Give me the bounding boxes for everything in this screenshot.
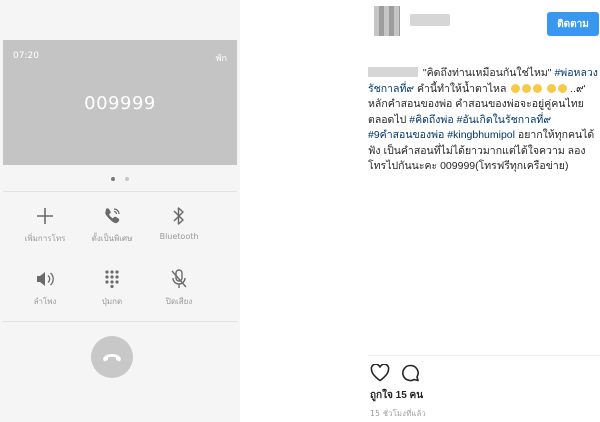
plus-icon bbox=[12, 205, 78, 227]
caption-username-blurred[interactable] bbox=[368, 67, 418, 77]
bluetooth-icon bbox=[146, 205, 212, 227]
hashtag[interactable]: #9คำสอนของพ่อ bbox=[368, 129, 444, 141]
mute-mic-icon bbox=[146, 268, 212, 290]
hashtag[interactable]: #อันเกิดในรัชกาลที่๙ bbox=[457, 114, 551, 126]
hashtag[interactable]: #kingbhumipol bbox=[447, 129, 515, 141]
speaker-label: ลำโพง bbox=[33, 297, 57, 306]
call-info-card: 07:20 พัก 009999 bbox=[3, 40, 237, 165]
caption-quote: "คิดถึงท่านเหมือนกันใช่ไหม" bbox=[422, 67, 552, 79]
page-dot bbox=[125, 177, 129, 181]
divider bbox=[368, 355, 600, 356]
end-call-icon bbox=[102, 348, 122, 367]
instagram-post-panel: ติดตาม "คิดถึงท่านเหมือนกันใช่ไหม" #พ่อห… bbox=[360, 0, 600, 422]
page-indicator bbox=[0, 177, 240, 181]
bluetooth-label: Bluetooth bbox=[159, 232, 199, 241]
post-actions bbox=[370, 363, 420, 386]
keypad-button[interactable]: ปุ่มกด bbox=[79, 268, 145, 308]
speaker-button[interactable]: ลำโพง bbox=[12, 268, 78, 308]
mute-button[interactable]: ปิดเสียง bbox=[146, 268, 212, 308]
page-dot-active bbox=[111, 177, 115, 181]
dialed-number: 009999 bbox=[84, 93, 156, 114]
end-call-button[interactable] bbox=[91, 336, 133, 378]
sad-emoji-icon bbox=[522, 83, 532, 93]
bluetooth-button[interactable]: Bluetooth bbox=[146, 205, 212, 241]
caption-text: คำนี้ทำให้น้ำตาไหล bbox=[414, 82, 507, 95]
call-status: พัก bbox=[215, 54, 227, 64]
crying-emoji-icon bbox=[547, 83, 557, 93]
phone-wave-icon bbox=[79, 205, 145, 227]
crying-emoji-icon bbox=[558, 83, 568, 93]
set-special-button[interactable]: ตั้งเป็นพิเศษ bbox=[79, 205, 145, 245]
add-call-button[interactable]: เพิ่มการโทร bbox=[12, 205, 78, 245]
like-count[interactable]: ถูกใจ 15 คน bbox=[370, 388, 423, 403]
divider bbox=[3, 321, 237, 322]
speaker-icon bbox=[12, 268, 78, 290]
heart-icon[interactable] bbox=[370, 363, 390, 386]
hashtag[interactable]: #คิดถึงพ่อ bbox=[409, 114, 453, 126]
username-blurred[interactable] bbox=[410, 14, 450, 26]
post-caption: "คิดถึงท่านเหมือนกันใช่ไหม" #พ่อหลวงรัชก… bbox=[368, 66, 598, 175]
mute-label: ปิดเสียง bbox=[165, 297, 193, 306]
keypad-label: ปุ่มกด bbox=[101, 297, 123, 306]
add-call-label: เพิ่มการโทร bbox=[24, 234, 66, 243]
set-special-label: ตั้งเป็นพิเศษ bbox=[91, 234, 133, 243]
comment-icon[interactable] bbox=[401, 364, 420, 386]
sad-emoji-icon bbox=[511, 83, 521, 93]
call-clock: 07:20 bbox=[13, 51, 39, 61]
sad-emoji-icon bbox=[533, 83, 543, 93]
follow-button[interactable]: ติดตาม bbox=[547, 12, 599, 36]
phone-call-screen: 07:20 พัก 009999 เพิ่มการโทร ตั้งเป็นพิเ… bbox=[0, 0, 240, 422]
keypad-icon bbox=[79, 268, 145, 290]
post-timestamp: 15 ชั่วโมงที่แล้ว bbox=[370, 409, 427, 418]
divider bbox=[3, 191, 237, 192]
avatar[interactable] bbox=[374, 6, 400, 36]
